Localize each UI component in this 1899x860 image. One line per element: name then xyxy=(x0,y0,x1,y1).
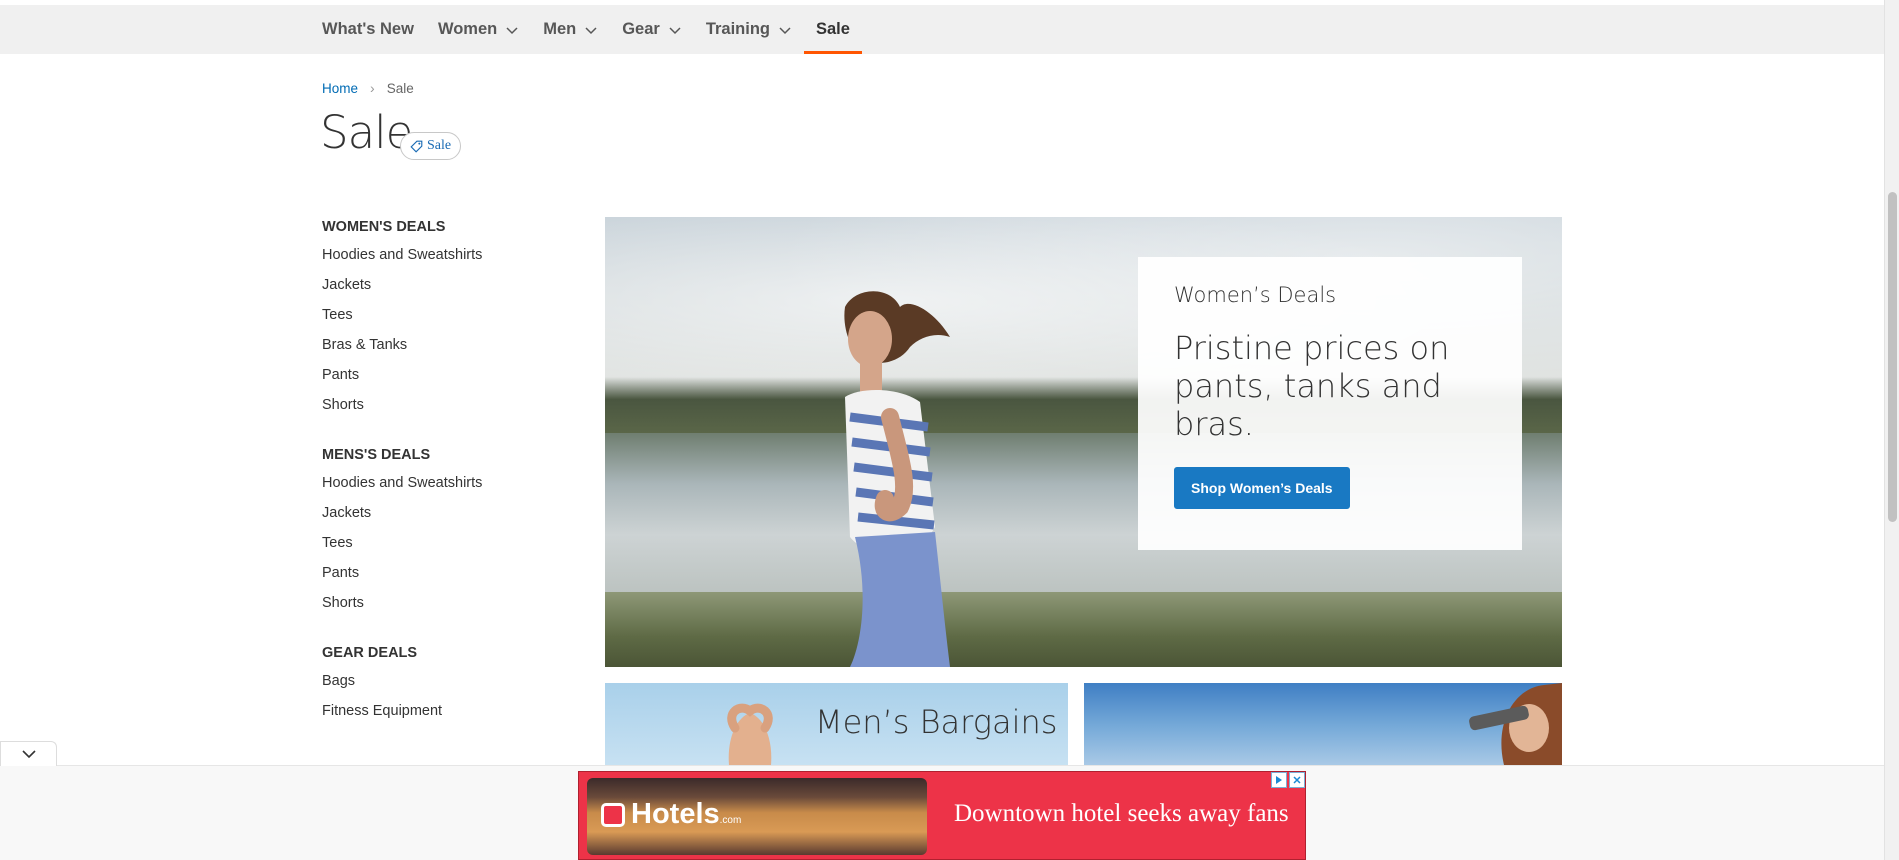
tag-icon xyxy=(410,140,423,153)
sidebar-link[interactable]: Jackets xyxy=(322,498,582,528)
collapse-ad-button[interactable] xyxy=(0,741,57,766)
sale-tag-badge[interactable]: Sale xyxy=(400,132,462,160)
top-navigation: What's New Women Men Gear Training Sale xyxy=(0,5,1884,54)
page-scrollbar[interactable] xyxy=(1884,0,1899,860)
nav-item-label: Men xyxy=(543,20,577,38)
chevron-down-icon xyxy=(21,750,36,759)
sidebar-group-heading: GEAR DEALS xyxy=(322,645,418,661)
ad-headline: Downtown hotel seeks away fans xyxy=(954,800,1289,827)
sidebar-group: GEAR DEALS Bags Fitness Equipment xyxy=(322,640,582,726)
page-title: Sale xyxy=(320,106,413,159)
breadcrumb-current: Sale xyxy=(386,80,414,96)
womens-deals-banner[interactable]: Women’s Deals Pristine prices on pants, … xyxy=(605,217,1562,667)
sidebar-group: WOMEN'S DEALS Hoodies and Sweatshirts Jack… xyxy=(322,214,582,420)
nav-item-label: Sale xyxy=(816,20,850,38)
mens-bargains-tile[interactable]: Men’s Bargains xyxy=(605,683,1068,765)
shop-womens-deals-button[interactable]: Shop Women’s Deals xyxy=(1174,467,1350,509)
close-icon[interactable] xyxy=(1289,772,1305,788)
nav-item-gear[interactable]: Gear xyxy=(610,5,694,54)
chevron-down-icon xyxy=(669,26,681,34)
ad-choices-icon[interactable] xyxy=(1271,772,1287,788)
nav-item-women[interactable]: Women xyxy=(426,5,531,54)
sidebar-group: MENS'S DEALS Hoodies and Sweatshirts Jacke… xyxy=(322,442,582,618)
sidebar-link[interactable]: Hoodies and Sweatshirts xyxy=(322,240,582,270)
nav-item-sale[interactable]: Sale xyxy=(804,5,862,54)
sidebar-link[interactable]: Shorts xyxy=(322,390,582,420)
nav-item-men[interactable]: Men xyxy=(531,5,610,54)
breadcrumb-home-link[interactable]: Home xyxy=(322,81,358,96)
sidebar-link[interactable]: Hoodies and Sweatshirts xyxy=(322,468,582,498)
ad-brand-suffix: .com xyxy=(719,815,742,826)
stretching-man-image xyxy=(727,703,773,765)
scrollbar-thumb[interactable] xyxy=(1888,192,1897,522)
sidebar-link[interactable]: Pants xyxy=(322,360,582,390)
chevron-down-icon xyxy=(779,26,791,34)
ad-brand: Hotels xyxy=(631,798,720,830)
nav-item-label: What's New xyxy=(322,20,414,38)
breadcrumb-separator-icon: › xyxy=(370,80,375,96)
promo-headline: Pristine prices on pants, tanks and bras… xyxy=(1174,329,1450,443)
sidebar-link[interactable]: Bags xyxy=(322,666,582,696)
chevron-down-icon xyxy=(585,26,597,34)
gear-deals-tile[interactable] xyxy=(1084,683,1562,765)
hotels-advertisement[interactable]: Hotels .com Downtown hotel seeks away fa… xyxy=(578,771,1306,860)
nav-item-what-s-new[interactable]: What's New xyxy=(322,5,426,54)
mens-bargains-title: Men’s Bargains xyxy=(815,703,1058,741)
hotels-logo: Hotels .com xyxy=(601,798,741,831)
hotels-logo-icon xyxy=(601,802,625,827)
promo-subtitle: Women’s Deals xyxy=(1174,283,1337,307)
nav-item-label: Gear xyxy=(622,20,660,38)
nav-item-label: Women xyxy=(437,20,498,38)
sidebar-link[interactable]: Tees xyxy=(322,528,582,558)
hiker-with-binoculars-image xyxy=(1469,683,1562,765)
sidebar-link[interactable]: Pants xyxy=(322,558,582,588)
sale-tag-label: Sale xyxy=(427,138,452,153)
chevron-down-icon xyxy=(506,26,518,34)
runner-image xyxy=(844,291,950,667)
sidebar-link[interactable]: Bras & Tanks xyxy=(322,330,582,360)
breadcrumb: Home › Sale xyxy=(322,80,414,96)
nav-item-label: Training xyxy=(705,20,770,38)
sidebar-group-heading: WOMEN'S DEALS xyxy=(322,219,446,235)
sidebar-link[interactable]: Shorts xyxy=(322,588,582,618)
sidebar-link[interactable]: Fitness Equipment xyxy=(322,696,582,726)
promo-box: Women’s Deals Pristine prices on pants, … xyxy=(1138,257,1522,550)
sidebar-link[interactable]: Tees xyxy=(322,300,582,330)
category-sidebar: WOMEN'S DEALS Hoodies and Sweatshirts Jack… xyxy=(322,214,582,748)
banner-grass xyxy=(605,592,1562,667)
nav-menu: What's New Women Men Gear Training Sale xyxy=(322,5,862,54)
sidebar-link[interactable]: Jackets xyxy=(322,270,582,300)
nav-item-training[interactable]: Training xyxy=(694,5,804,54)
sidebar-group-heading: MENS'S DEALS xyxy=(322,447,431,463)
